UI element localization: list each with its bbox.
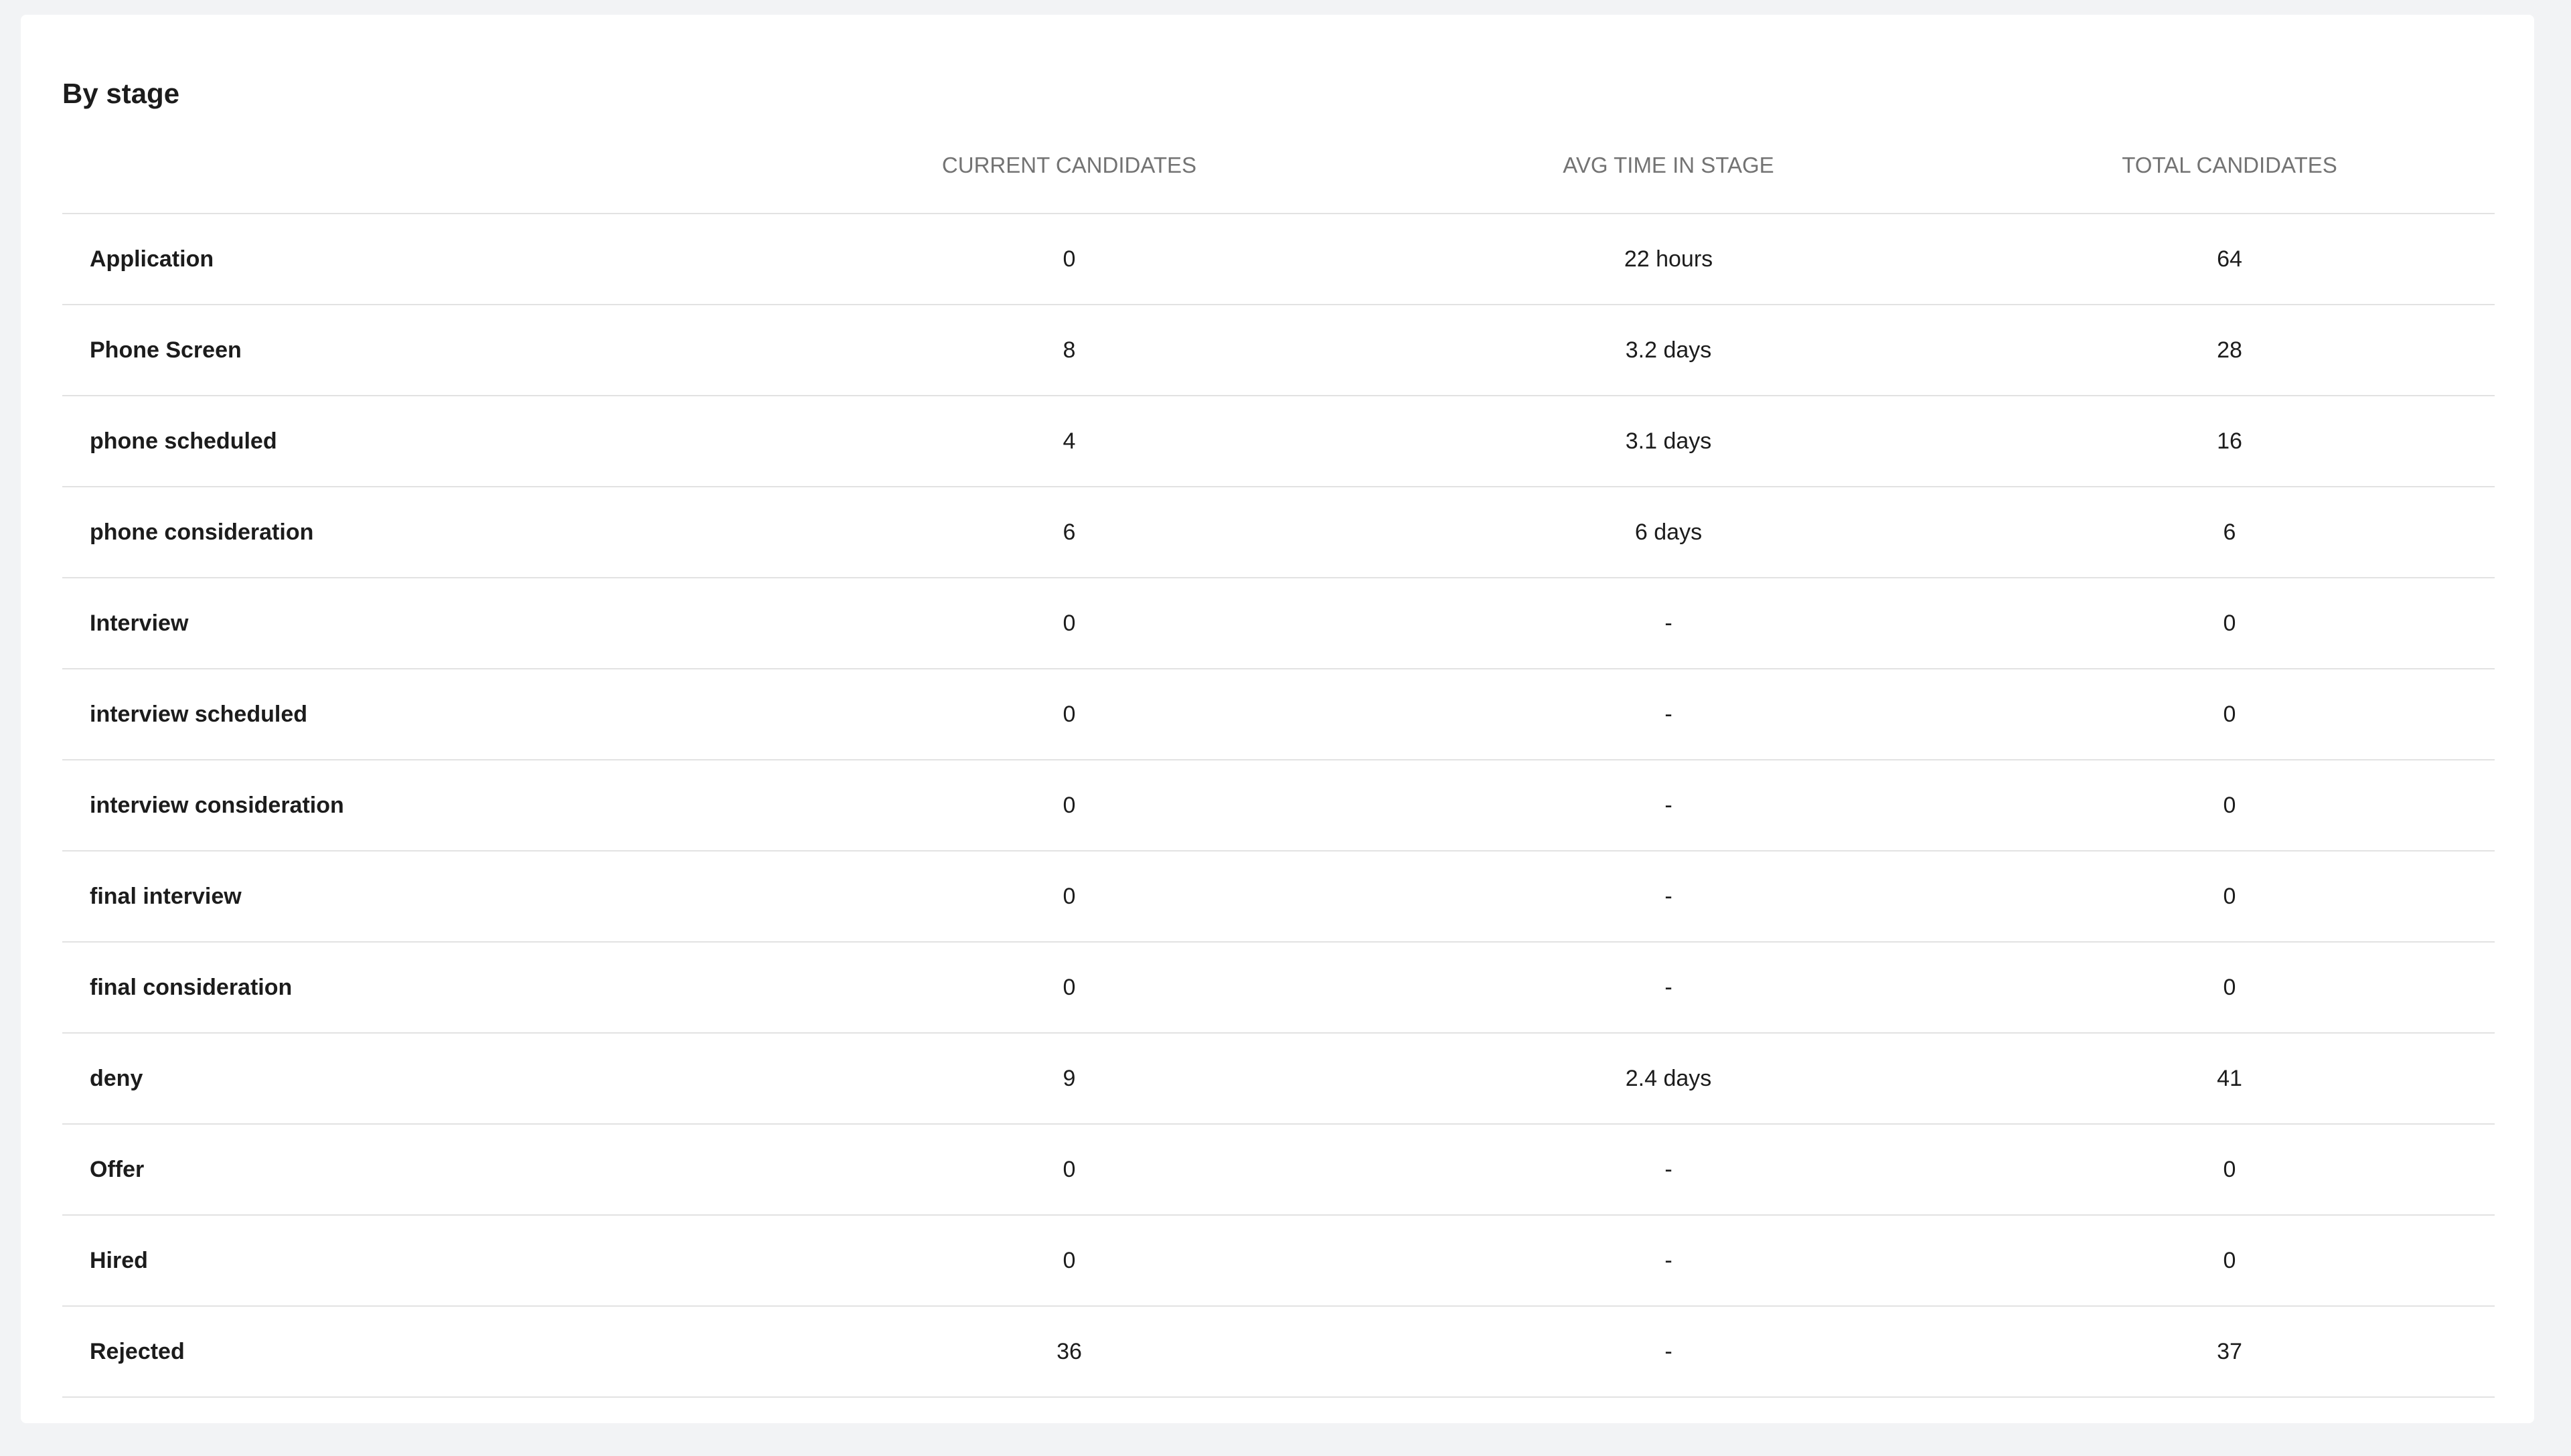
total-candidates-value: 41 bbox=[2217, 1066, 2242, 1091]
table-row[interactable]: phone scheduled 4 3.1 days 16 bbox=[62, 396, 2495, 487]
stage-name: Offer bbox=[90, 1157, 145, 1182]
total-candidates-value: 0 bbox=[2223, 1157, 2236, 1182]
current-candidates-value: 8 bbox=[1063, 337, 1076, 363]
stage-name: deny bbox=[90, 1066, 143, 1091]
total-candidates-value: 64 bbox=[2217, 246, 2242, 272]
table-row[interactable]: final interview 0 - 0 bbox=[62, 852, 2495, 943]
avg-time-value: - bbox=[1664, 702, 1672, 727]
table-row[interactable]: final consideration 0 - 0 bbox=[62, 943, 2495, 1034]
total-candidates-value: 37 bbox=[2217, 1339, 2242, 1364]
total-candidates-value: 16 bbox=[2217, 428, 2242, 454]
avg-time-value: 3.1 days bbox=[1625, 428, 1712, 454]
current-candidates-value: 36 bbox=[1057, 1339, 1082, 1364]
table-row[interactable]: Application 0 22 hours 64 bbox=[62, 214, 2495, 305]
total-candidates-value: 0 bbox=[2223, 975, 2236, 1000]
stage-name: final interview bbox=[90, 884, 242, 909]
total-candidates-value: 0 bbox=[2223, 1248, 2236, 1273]
current-candidates-value: 4 bbox=[1063, 428, 1076, 454]
table-row[interactable]: Phone Screen 8 3.2 days 28 bbox=[62, 305, 2495, 396]
table-row[interactable]: deny 9 2.4 days 41 bbox=[62, 1034, 2495, 1125]
current-candidates-value: 6 bbox=[1063, 519, 1076, 545]
section-title: By stage bbox=[62, 78, 180, 109]
current-candidates-value: 9 bbox=[1063, 1066, 1076, 1091]
table-row[interactable]: Hired 0 - 0 bbox=[62, 1216, 2495, 1307]
avg-time-value: - bbox=[1664, 611, 1672, 636]
avg-time-value: - bbox=[1664, 975, 1672, 1000]
total-candidates-value: 0 bbox=[2223, 702, 2236, 727]
avg-time-value: 2.4 days bbox=[1625, 1066, 1712, 1091]
total-candidates-value: 0 bbox=[2223, 611, 2236, 636]
current-candidates-value: 0 bbox=[1063, 246, 1076, 272]
column-header-avg-time-in-stage[interactable]: AVG TIME IN STAGE bbox=[1563, 142, 1774, 189]
current-candidates-value: 0 bbox=[1063, 975, 1076, 1000]
stage-name: Rejected bbox=[90, 1339, 185, 1364]
current-candidates-value: 0 bbox=[1063, 884, 1076, 909]
avg-time-value: - bbox=[1664, 1157, 1672, 1182]
table-row[interactable]: Interview 0 - 0 bbox=[62, 578, 2495, 669]
current-candidates-value: 0 bbox=[1063, 702, 1076, 727]
table-header: CURRENT CANDIDATES AVG TIME IN STAGE TOT… bbox=[62, 142, 2495, 214]
avg-time-value: 6 days bbox=[1634, 519, 1703, 545]
avg-time-value: - bbox=[1664, 884, 1672, 909]
stage-name: Hired bbox=[90, 1248, 148, 1273]
current-candidates-value: 0 bbox=[1063, 1248, 1076, 1273]
stage-name: phone scheduled bbox=[90, 428, 277, 454]
stage-name: Interview bbox=[90, 611, 189, 636]
total-candidates-value: 0 bbox=[2223, 793, 2236, 818]
total-candidates-value: 0 bbox=[2223, 884, 2236, 909]
stage-name: final consideration bbox=[90, 975, 293, 1000]
avg-time-value: 3.2 days bbox=[1625, 337, 1712, 363]
avg-time-value: 22 hours bbox=[1624, 246, 1713, 272]
stage-report-card: By stage CURRENT CANDIDATES AVG TIME IN … bbox=[21, 15, 2534, 1423]
current-candidates-value: 0 bbox=[1063, 1157, 1076, 1182]
stage-name: Phone Screen bbox=[90, 337, 242, 363]
table-row[interactable]: Offer 0 - 0 bbox=[62, 1125, 2495, 1216]
table-row[interactable]: interview scheduled 0 - 0 bbox=[62, 669, 2495, 760]
total-candidates-value: 6 bbox=[2223, 519, 2236, 545]
table-row[interactable]: interview consideration 0 - 0 bbox=[62, 760, 2495, 852]
stage-name: phone consideration bbox=[90, 519, 314, 545]
column-header-current-candidates[interactable]: CURRENT CANDIDATES bbox=[942, 142, 1196, 189]
table-row[interactable]: Rejected 36 - 37 bbox=[62, 1307, 2495, 1398]
table-body: Application 0 22 hours 64 Phone Screen 8… bbox=[62, 214, 2495, 1398]
avg-time-value: - bbox=[1664, 793, 1672, 818]
stage-name: Application bbox=[90, 246, 214, 272]
current-candidates-value: 0 bbox=[1063, 611, 1076, 636]
table-row[interactable]: phone consideration 6 6 days 6 bbox=[62, 487, 2495, 578]
column-header-total-candidates[interactable]: TOTAL CANDIDATES bbox=[2122, 142, 2337, 189]
stage-name: interview scheduled bbox=[90, 702, 307, 727]
avg-time-value: - bbox=[1664, 1248, 1672, 1273]
total-candidates-value: 28 bbox=[2217, 337, 2242, 363]
current-candidates-value: 0 bbox=[1063, 793, 1076, 818]
stage-name: interview consideration bbox=[90, 793, 344, 818]
avg-time-value: - bbox=[1664, 1339, 1672, 1364]
